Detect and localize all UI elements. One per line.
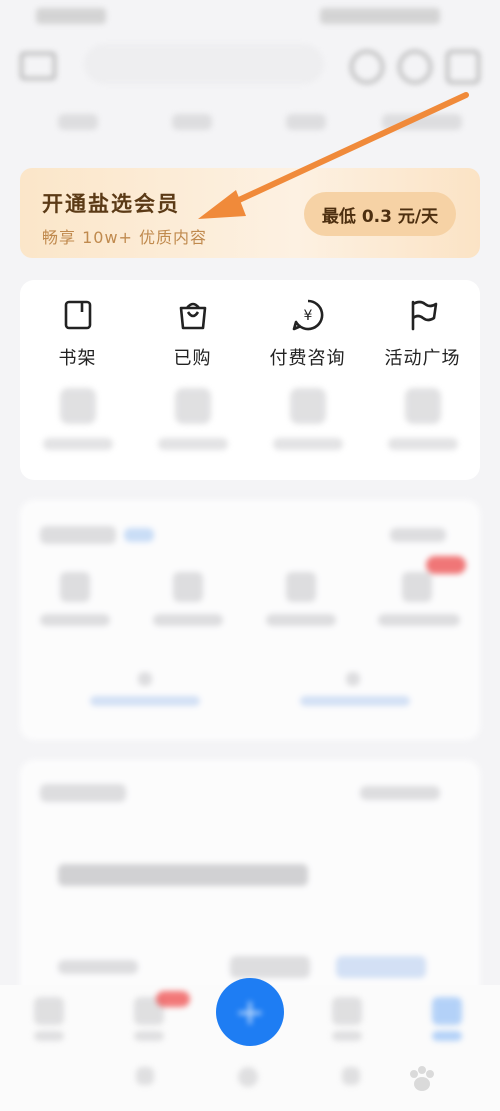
blurred-icon (173, 572, 203, 602)
member-title: 开通盐选会员 (42, 192, 180, 216)
blurred-label (272, 438, 343, 450)
baidu-paw-icon (410, 1066, 434, 1091)
service-purchased[interactable]: 已购 (135, 298, 250, 370)
status-left-icons (36, 8, 106, 24)
creation-center-card (20, 500, 480, 740)
blurred-label (387, 438, 458, 450)
blurred-icon (60, 572, 90, 602)
blurred-label (378, 614, 460, 626)
blurred-icon (346, 672, 360, 686)
plus-icon: + (234, 991, 266, 1033)
question-meta (58, 960, 138, 974)
back-icon[interactable] (136, 1067, 154, 1085)
nav-profile-icon[interactable] (432, 997, 462, 1025)
nav-message-icon[interactable] (332, 997, 362, 1025)
scan-icon[interactable] (350, 50, 384, 84)
blurred-icon (59, 388, 96, 424)
settings-icon[interactable] (398, 50, 432, 84)
blurred-icon (404, 388, 441, 424)
create-fab-button[interactable]: + (216, 978, 284, 1046)
blurred-icon (289, 388, 326, 424)
nav-home-label (34, 1031, 64, 1041)
nav-member-label (134, 1031, 164, 1041)
nav-message-label (332, 1031, 362, 1041)
service-blurred[interactable] (365, 388, 480, 450)
blurred-icon (402, 572, 432, 602)
blurred-label (40, 614, 110, 626)
service-activity-square[interactable]: 活动广场 (365, 298, 480, 370)
member-banner[interactable]: 开通盐选会员 畅享 10w+ 优质内容 最低 0.3 元/天 (20, 168, 480, 258)
home-gesture-icon[interactable] (238, 1067, 258, 1087)
nav-profile-label (432, 1031, 462, 1041)
baidu-watermark-logo (380, 1060, 480, 1100)
status-right-icons (320, 8, 440, 24)
service-blurred[interactable] (135, 388, 250, 450)
service-label: 活动广场 (384, 348, 461, 369)
service-bookshelf[interactable]: 书架 (20, 298, 135, 370)
member-subtitle: 畅享 10w+ 优质内容 (42, 228, 208, 247)
blurred-link[interactable] (90, 696, 200, 706)
card-title (40, 526, 116, 544)
nav-home-icon[interactable] (34, 997, 64, 1025)
nav-badge (156, 991, 190, 1007)
blurred-label (153, 614, 223, 626)
blurred-label (157, 438, 228, 450)
shopping-bag-icon (179, 302, 206, 330)
blurred-icon (174, 388, 211, 424)
service-paid-consult[interactable]: ¥ 付费咨询 (250, 298, 365, 370)
card-more-link[interactable] (360, 786, 440, 800)
service-label: 付费咨询 (269, 348, 346, 369)
bookshelf-icon (64, 300, 91, 330)
search-input[interactable] (84, 44, 324, 84)
services-card: 书架 已购 ¥ 付费咨询 活动广场 (20, 280, 480, 480)
blurred-icon (286, 572, 316, 602)
flag-icon (411, 300, 437, 331)
menu-icon[interactable] (20, 52, 56, 80)
svg-text:¥: ¥ (303, 308, 312, 324)
member-cta-button[interactable]: 最低 0.3 元/天 (304, 192, 456, 236)
message-icon[interactable] (446, 50, 480, 84)
service-blurred[interactable] (250, 388, 365, 450)
blurred-icon (138, 672, 152, 686)
profile-tabs (0, 104, 500, 140)
blurred-label (42, 438, 113, 450)
new-badge (426, 556, 466, 574)
answer-button[interactable] (336, 956, 426, 978)
card-tag (124, 528, 154, 542)
service-label: 已购 (173, 348, 212, 369)
tab-following[interactable] (172, 114, 212, 130)
service-blurred[interactable] (20, 388, 135, 450)
recents-icon[interactable] (342, 1067, 360, 1085)
blurred-link[interactable] (300, 696, 410, 706)
tab-recent[interactable] (382, 114, 462, 130)
blurred-label (266, 614, 336, 626)
paid-consult-icon: ¥ (292, 299, 323, 331)
card-title (40, 784, 126, 802)
tab-favorites[interactable] (286, 114, 326, 130)
question-title[interactable] (58, 864, 308, 886)
status-bar (0, 0, 500, 36)
tab-creation[interactable] (58, 114, 98, 130)
service-label: 书架 (58, 348, 97, 369)
card-more-link[interactable] (390, 528, 446, 542)
skip-button[interactable] (230, 956, 310, 978)
